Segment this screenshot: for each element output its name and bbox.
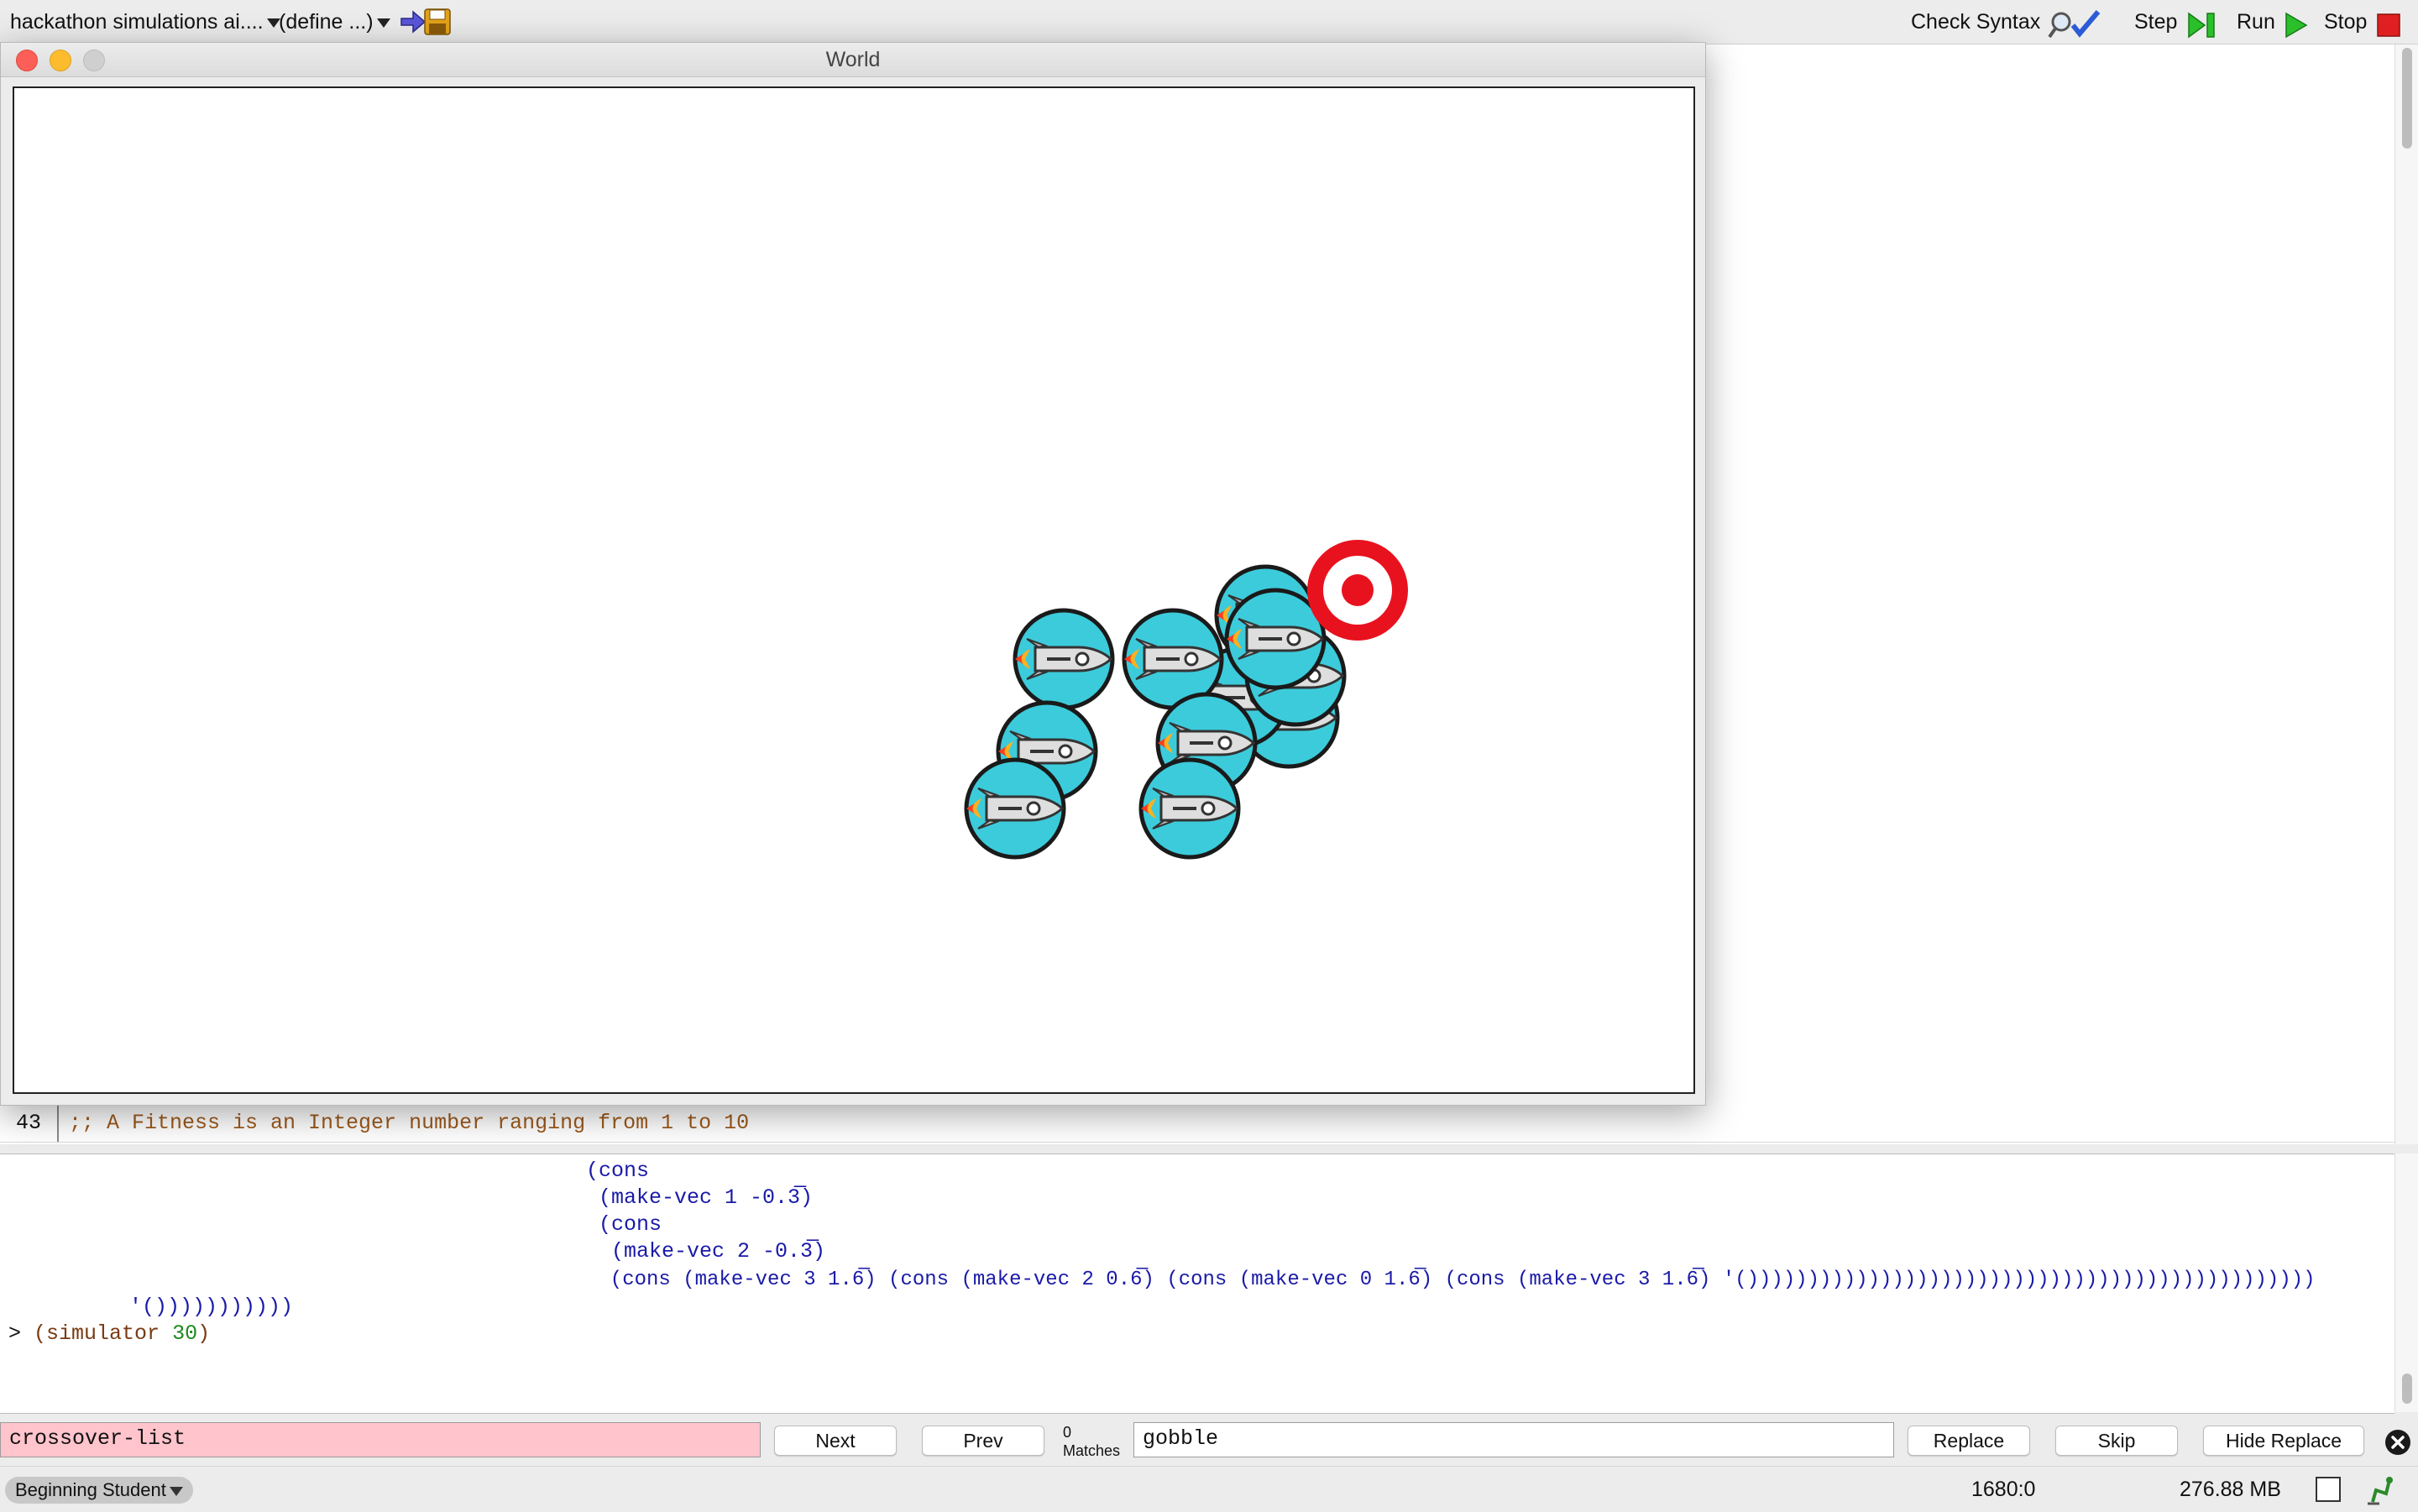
repl-command-arg: 30 <box>172 1321 198 1346</box>
stop-icon <box>2377 13 2400 37</box>
define-menu[interactable]: (define ...) <box>279 0 390 44</box>
replace-input[interactable]: gobble <box>1133 1422 1894 1457</box>
interactions-pane[interactable]: (cons (make-vec 1 -0.3̅) (cons (make-vec… <box>0 1154 2394 1414</box>
matches-label: Matches <box>1063 1442 1121 1459</box>
world-window: World <box>0 42 1706 1106</box>
step-button[interactable]: Step <box>2134 0 2216 44</box>
simulation-scene <box>14 540 1408 1092</box>
repl-output-line: (make-vec 2 -0.3̅) <box>586 1239 826 1263</box>
window-title: World <box>825 48 881 71</box>
stop-button[interactable]: Stop <box>2324 0 2401 44</box>
rocket <box>1141 760 1238 857</box>
find-input[interactable]: crossover-list <box>0 1422 761 1457</box>
magnifier-check-icon <box>2048 9 2100 38</box>
save-button[interactable] <box>400 7 452 37</box>
memory-usage: 276.88 MB <box>2180 1478 2281 1501</box>
recycle-icon <box>2364 1473 2398 1507</box>
repl-output-line: (cons (make-vec 3 1.6̅) (cons (make-vec … <box>586 1269 2316 1291</box>
step-label: Step <box>2134 10 2178 34</box>
language-selector[interactable]: Beginning Student <box>5 1477 193 1504</box>
line-number: 43 <box>0 1105 59 1142</box>
editor-line[interactable]: 43 ;; A Fitness is an Integer number ran… <box>0 1105 2394 1143</box>
rocket <box>1015 610 1112 708</box>
step-icon <box>2188 12 2215 39</box>
scrollbar-thumb[interactable] <box>2402 48 2412 149</box>
skip-button[interactable]: Skip <box>2055 1426 2178 1456</box>
chevron-down-icon <box>169 1486 183 1496</box>
close-find-button[interactable] <box>2384 1429 2411 1456</box>
gc-indicator <box>2316 1477 2341 1502</box>
prev-button[interactable]: Prev <box>922 1426 1044 1456</box>
chevron-down-icon <box>376 18 390 28</box>
match-count: 0 <box>1063 1424 1072 1441</box>
repl-prompt-line: > (simulator 30) <box>8 1321 210 1347</box>
play-icon <box>2285 12 2308 39</box>
define-menu-label: (define ...) <box>279 10 374 34</box>
cursor-position: 1680:0 <box>1971 1478 2036 1501</box>
repl-output-line: '())))))))))) <box>129 1295 294 1319</box>
editor-scrollbar[interactable] <box>2394 44 2418 1144</box>
scrollbar-thumb[interactable] <box>2402 1373 2412 1404</box>
check-syntax-button[interactable]: Check Syntax <box>1911 0 2101 44</box>
file-menu[interactable]: hackathon simulations ai.... <box>10 0 280 44</box>
save-icon <box>400 8 451 35</box>
repl-output-line: (cons <box>586 1159 650 1183</box>
status-bar: Beginning Student 1680:0 276.88 MB <box>0 1466 2418 1512</box>
run-label: Run <box>2237 10 2275 34</box>
file-name: hackathon simulations ai.... <box>10 10 264 34</box>
repl-command-close: ) <box>197 1321 211 1346</box>
code-comment: ;; A Fitness is an Integer number rangin… <box>69 1111 750 1135</box>
hide-replace-button[interactable]: Hide Replace <box>2203 1426 2364 1456</box>
close-icon <box>2385 1430 2410 1455</box>
repl-scrollbar[interactable] <box>2394 1154 2418 1412</box>
rocket <box>966 760 1064 857</box>
repl-prompt: > <box>8 1321 22 1346</box>
check-syntax-label: Check Syntax <box>1911 10 2041 34</box>
repl-output-line: (make-vec 1 -0.3̅) <box>586 1185 814 1210</box>
repl-command: (simulator <box>34 1321 173 1346</box>
window-titlebar[interactable]: World <box>1 43 1705 77</box>
run-button[interactable]: Run <box>2237 0 2309 44</box>
repl-output-line: (cons <box>586 1212 662 1237</box>
replace-button[interactable]: Replace <box>1908 1426 2030 1456</box>
toolbar: hackathon simulations ai.... (define ...… <box>0 0 2418 44</box>
target-icon <box>1307 540 1408 641</box>
find-replace-bar: crossover-list Next Prev 0 Matches gobbl… <box>0 1414 2418 1464</box>
world-canvas[interactable] <box>13 86 1695 1094</box>
stop-label: Stop <box>2324 10 2368 34</box>
next-button[interactable]: Next <box>774 1426 897 1456</box>
language-label: Beginning Student <box>15 1479 166 1500</box>
